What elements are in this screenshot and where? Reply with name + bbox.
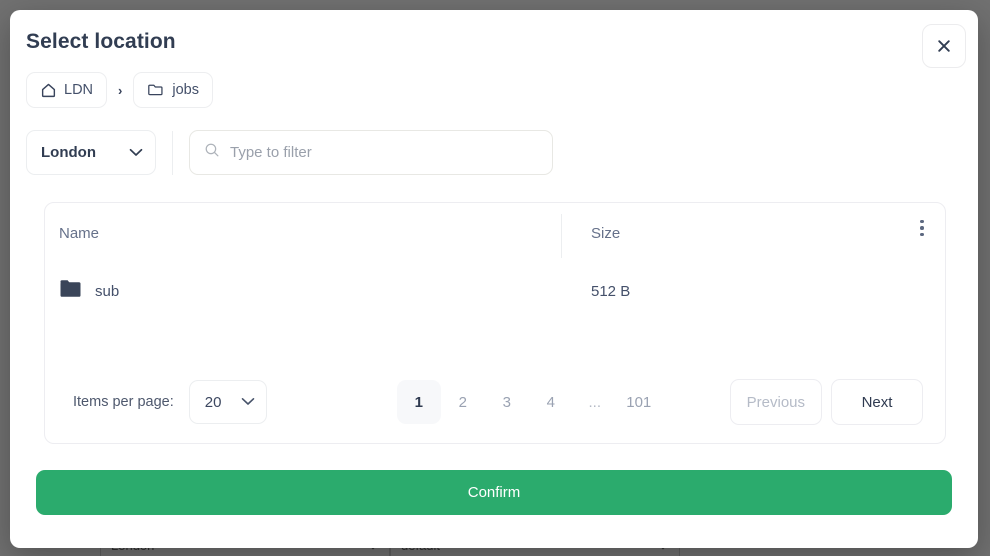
breadcrumb-label: LDN bbox=[64, 82, 94, 98]
breadcrumb-item-ldn[interactable]: LDN bbox=[26, 72, 108, 108]
confirm-button[interactable]: Confirm bbox=[36, 470, 952, 515]
toolbar-divider bbox=[172, 130, 173, 175]
cell-name: sub bbox=[59, 278, 576, 304]
close-icon bbox=[936, 38, 952, 54]
modal-footer: Confirm bbox=[10, 444, 978, 515]
home-icon bbox=[40, 82, 57, 99]
page-number-3[interactable]: 3 bbox=[485, 380, 529, 424]
folder-icon bbox=[59, 278, 83, 304]
region-select-value: London bbox=[41, 144, 96, 161]
select-location-modal: Select location LDN › jobs London Type t… bbox=[10, 10, 978, 548]
page-number-1[interactable]: 1 bbox=[396, 380, 441, 424]
column-header-size[interactable]: Size bbox=[560, 213, 620, 258]
page-number-list: 1 2 3 4 ... 101 bbox=[396, 380, 661, 424]
breadcrumb: LDN › jobs bbox=[10, 54, 978, 108]
kebab-menu-icon[interactable] bbox=[911, 215, 933, 241]
modal-header: Select location bbox=[10, 10, 978, 68]
items-per-page-value: 20 bbox=[204, 393, 222, 411]
items-per-page-label: Items per page: bbox=[73, 394, 174, 410]
close-button[interactable] bbox=[922, 24, 966, 68]
breadcrumb-item-jobs[interactable]: jobs bbox=[133, 72, 213, 108]
next-page-button[interactable]: Next bbox=[831, 379, 923, 425]
table-row[interactable]: sub 512 B bbox=[45, 263, 945, 319]
filter-toolbar: London bbox=[10, 108, 978, 175]
page-title: Select location bbox=[26, 30, 176, 53]
cell-size: 512 B bbox=[591, 282, 631, 300]
column-header-name[interactable]: Name bbox=[59, 225, 576, 242]
region-select[interactable]: London bbox=[26, 130, 156, 175]
table-header-row: Name Size bbox=[45, 203, 945, 263]
chevron-down-icon bbox=[129, 144, 143, 162]
search-icon bbox=[204, 142, 220, 163]
kebab-dot bbox=[920, 219, 924, 224]
file-name-label: sub bbox=[95, 282, 120, 300]
pagination-bar: Items per page: 20 1 2 3 4 ... 101 Previ… bbox=[45, 361, 945, 443]
search-box bbox=[189, 130, 553, 175]
page-ellipsis: ... bbox=[588, 393, 601, 411]
pagination-nav: Previous Next bbox=[729, 379, 923, 425]
chevron-down-icon bbox=[241, 393, 255, 411]
page-number-4[interactable]: 4 bbox=[529, 380, 573, 424]
previous-page-button[interactable]: Previous bbox=[729, 379, 822, 425]
items-per-page-select[interactable]: 20 bbox=[188, 380, 267, 424]
page-number-2[interactable]: 2 bbox=[441, 380, 485, 424]
search-input[interactable] bbox=[230, 144, 538, 161]
page-number-101[interactable]: 101 bbox=[617, 380, 661, 424]
folder-outline-icon bbox=[147, 82, 165, 98]
breadcrumb-separator-icon: › bbox=[118, 82, 123, 98]
file-table-card: Name Size sub 512 B Items per page: 20 1… bbox=[44, 202, 946, 444]
kebab-dot bbox=[920, 232, 924, 237]
kebab-dot bbox=[920, 226, 924, 230]
breadcrumb-label: jobs bbox=[172, 82, 199, 98]
